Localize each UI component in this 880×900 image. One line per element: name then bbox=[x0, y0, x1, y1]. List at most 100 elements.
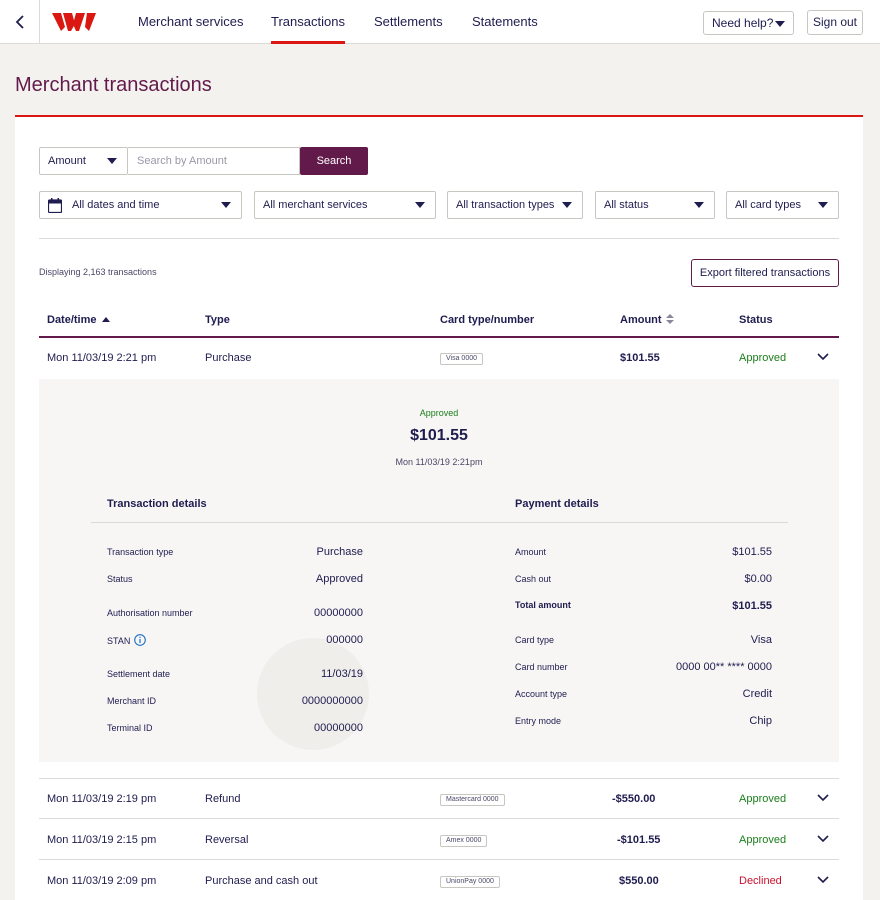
divider bbox=[39, 238, 839, 239]
row-card-chip: Amex 0000 bbox=[440, 835, 488, 847]
sort-ascending-icon bbox=[101, 317, 110, 322]
card-type-filter-value: All card types bbox=[735, 199, 802, 211]
status-filter-select[interactable]: All status bbox=[595, 191, 715, 219]
merchant-services-filter-select[interactable]: All merchant services bbox=[254, 191, 436, 219]
row-status: Declined bbox=[739, 875, 782, 887]
transaction-detail-panel: Approved $101.55 Mon 11/03/19 2:21pm Tra… bbox=[39, 379, 839, 762]
column-header-amount-label: Amount bbox=[620, 314, 662, 326]
total-amount-label: Total amount bbox=[515, 600, 571, 610]
row-date: Mon 11/03/19 2:19 pm bbox=[47, 793, 157, 805]
account-type-value: Credit bbox=[742, 688, 772, 700]
search-button[interactable]: Search bbox=[300, 147, 368, 175]
transactions-panel: Amount Search by Amount Search All dates… bbox=[15, 115, 863, 900]
chevron-down-icon[interactable] bbox=[817, 794, 829, 802]
row-date: Mon 11/03/19 2:15 pm bbox=[47, 834, 157, 846]
merchant-id-value: 0000000000 bbox=[301, 695, 363, 707]
row-type: Reversal bbox=[205, 834, 249, 846]
amount-value: $101.55 bbox=[732, 546, 772, 558]
total-amount-value: $101.55 bbox=[732, 600, 772, 612]
chevron-left-icon bbox=[15, 15, 24, 29]
table-row[interactable]: Mon 11/03/19 2:19 pm Refund Mastercard 0… bbox=[39, 779, 839, 819]
cash-out-value: $0.00 bbox=[744, 573, 772, 585]
merchant-services-filter-value: All merchant services bbox=[263, 199, 368, 211]
table-row[interactable]: Mon 11/03/19 2:21 pm Purchase Visa 0000 … bbox=[39, 338, 839, 378]
need-help-dropdown[interactable]: Need help? bbox=[703, 11, 794, 35]
row-amount: $550.00 bbox=[619, 875, 659, 887]
stan-value: 000000 bbox=[326, 634, 363, 646]
search-field-select[interactable]: Amount bbox=[39, 147, 128, 175]
row-status: Approved bbox=[739, 352, 787, 364]
detail-amount: $101.55 bbox=[410, 427, 468, 444]
column-header-amount[interactable]: Amount bbox=[620, 314, 674, 326]
chevron-down-icon[interactable] bbox=[817, 353, 829, 361]
merchant-id-label: Merchant ID bbox=[107, 696, 157, 706]
column-header-card: Card type/number bbox=[440, 314, 535, 326]
export-filtered-transactions-button[interactable]: Export filtered transactions bbox=[691, 259, 839, 287]
page-title: Merchant transactions bbox=[15, 74, 212, 96]
sign-out-button[interactable]: Sign out bbox=[807, 10, 863, 35]
card-number-value: 0000 00** **** 0000 bbox=[675, 661, 772, 673]
row-card-chip: Mastercard 0000 bbox=[440, 794, 505, 806]
detail-date: Mon 11/03/19 2:21pm bbox=[395, 457, 483, 467]
date-filter-select[interactable]: All dates and time bbox=[39, 191, 242, 219]
authorisation-number-value: 00000000 bbox=[314, 607, 363, 619]
caret-down-icon bbox=[562, 202, 572, 208]
top-navigation-bar: Merchant services Transactions Settlemen… bbox=[0, 0, 880, 44]
chevron-down-icon[interactable] bbox=[817, 835, 829, 843]
transaction-count: Displaying 2,163 transactions bbox=[39, 267, 157, 277]
authorisation-number-label: Authorisation number bbox=[107, 608, 193, 618]
row-date: Mon 11/03/19 2:09 pm bbox=[47, 875, 157, 887]
row-date: Mon 11/03/19 2:21 pm bbox=[47, 352, 157, 364]
card-number-label: Card number bbox=[515, 662, 568, 672]
amount-label: Amount bbox=[515, 547, 547, 557]
column-header-date[interactable]: Date/time bbox=[47, 314, 110, 326]
entry-mode-value: Chip bbox=[749, 715, 772, 727]
detail-status: Approved bbox=[419, 408, 459, 418]
caret-down-icon bbox=[221, 202, 231, 208]
row-type: Purchase bbox=[205, 352, 252, 364]
caret-down-icon bbox=[415, 202, 425, 208]
caret-down-icon bbox=[694, 202, 704, 208]
status-value: Approved bbox=[315, 573, 363, 585]
row-card-chip: Visa 0000 bbox=[440, 353, 484, 365]
transaction-type-value: Purchase bbox=[316, 546, 363, 558]
westpac-logo[interactable] bbox=[52, 13, 98, 31]
card-type-filter-select[interactable]: All card types bbox=[726, 191, 839, 219]
transaction-details-heading: Transaction details bbox=[107, 498, 207, 510]
account-type-label: Account type bbox=[515, 689, 568, 699]
row-amount: -$101.55 bbox=[617, 834, 661, 846]
payment-details-heading: Payment details bbox=[515, 498, 599, 510]
row-type: Refund bbox=[205, 793, 241, 805]
transaction-type-filter-select[interactable]: All transaction types bbox=[447, 191, 583, 219]
nav-settlements[interactable]: Settlements bbox=[374, 0, 443, 44]
caret-down-icon bbox=[107, 158, 117, 164]
back-button[interactable] bbox=[0, 0, 40, 44]
settlement-date-value: 11/03/19 bbox=[320, 668, 363, 680]
card-type-value: Visa bbox=[750, 634, 772, 646]
chevron-down-icon[interactable] bbox=[817, 876, 829, 884]
row-type: Purchase and cash out bbox=[205, 875, 318, 887]
caret-down-icon bbox=[818, 202, 828, 208]
column-header-type: Type bbox=[205, 314, 230, 326]
row-status: Approved bbox=[739, 834, 787, 846]
status-label: Status bbox=[107, 574, 133, 584]
table-row[interactable]: Mon 11/03/19 2:15 pm Reversal Amex 0000 … bbox=[39, 820, 839, 860]
terminal-id-value: 00000000 bbox=[314, 722, 363, 734]
card-type-label: Card type bbox=[515, 635, 555, 645]
date-filter-value: All dates and time bbox=[72, 199, 160, 211]
entry-mode-label: Entry mode bbox=[515, 716, 562, 726]
stan-label: STAN bbox=[107, 634, 147, 646]
settlement-date-label: Settlement date bbox=[107, 669, 171, 679]
row-status: Approved bbox=[739, 793, 787, 805]
nav-merchant-services[interactable]: Merchant services bbox=[138, 0, 243, 44]
search-input[interactable]: Search by Amount bbox=[128, 147, 300, 175]
table-row[interactable]: Mon 11/03/19 2:09 pm Purchase and cash o… bbox=[39, 861, 839, 900]
nav-statements[interactable]: Statements bbox=[472, 0, 538, 44]
transaction-type-label: Transaction type bbox=[107, 547, 174, 557]
sort-icon bbox=[665, 314, 674, 324]
nav-transactions[interactable]: Transactions bbox=[271, 0, 345, 44]
need-help-label: Need help? bbox=[712, 16, 774, 30]
calendar-icon bbox=[48, 198, 62, 213]
info-icon[interactable] bbox=[134, 634, 147, 646]
terminal-id-label: Terminal ID bbox=[107, 723, 153, 733]
